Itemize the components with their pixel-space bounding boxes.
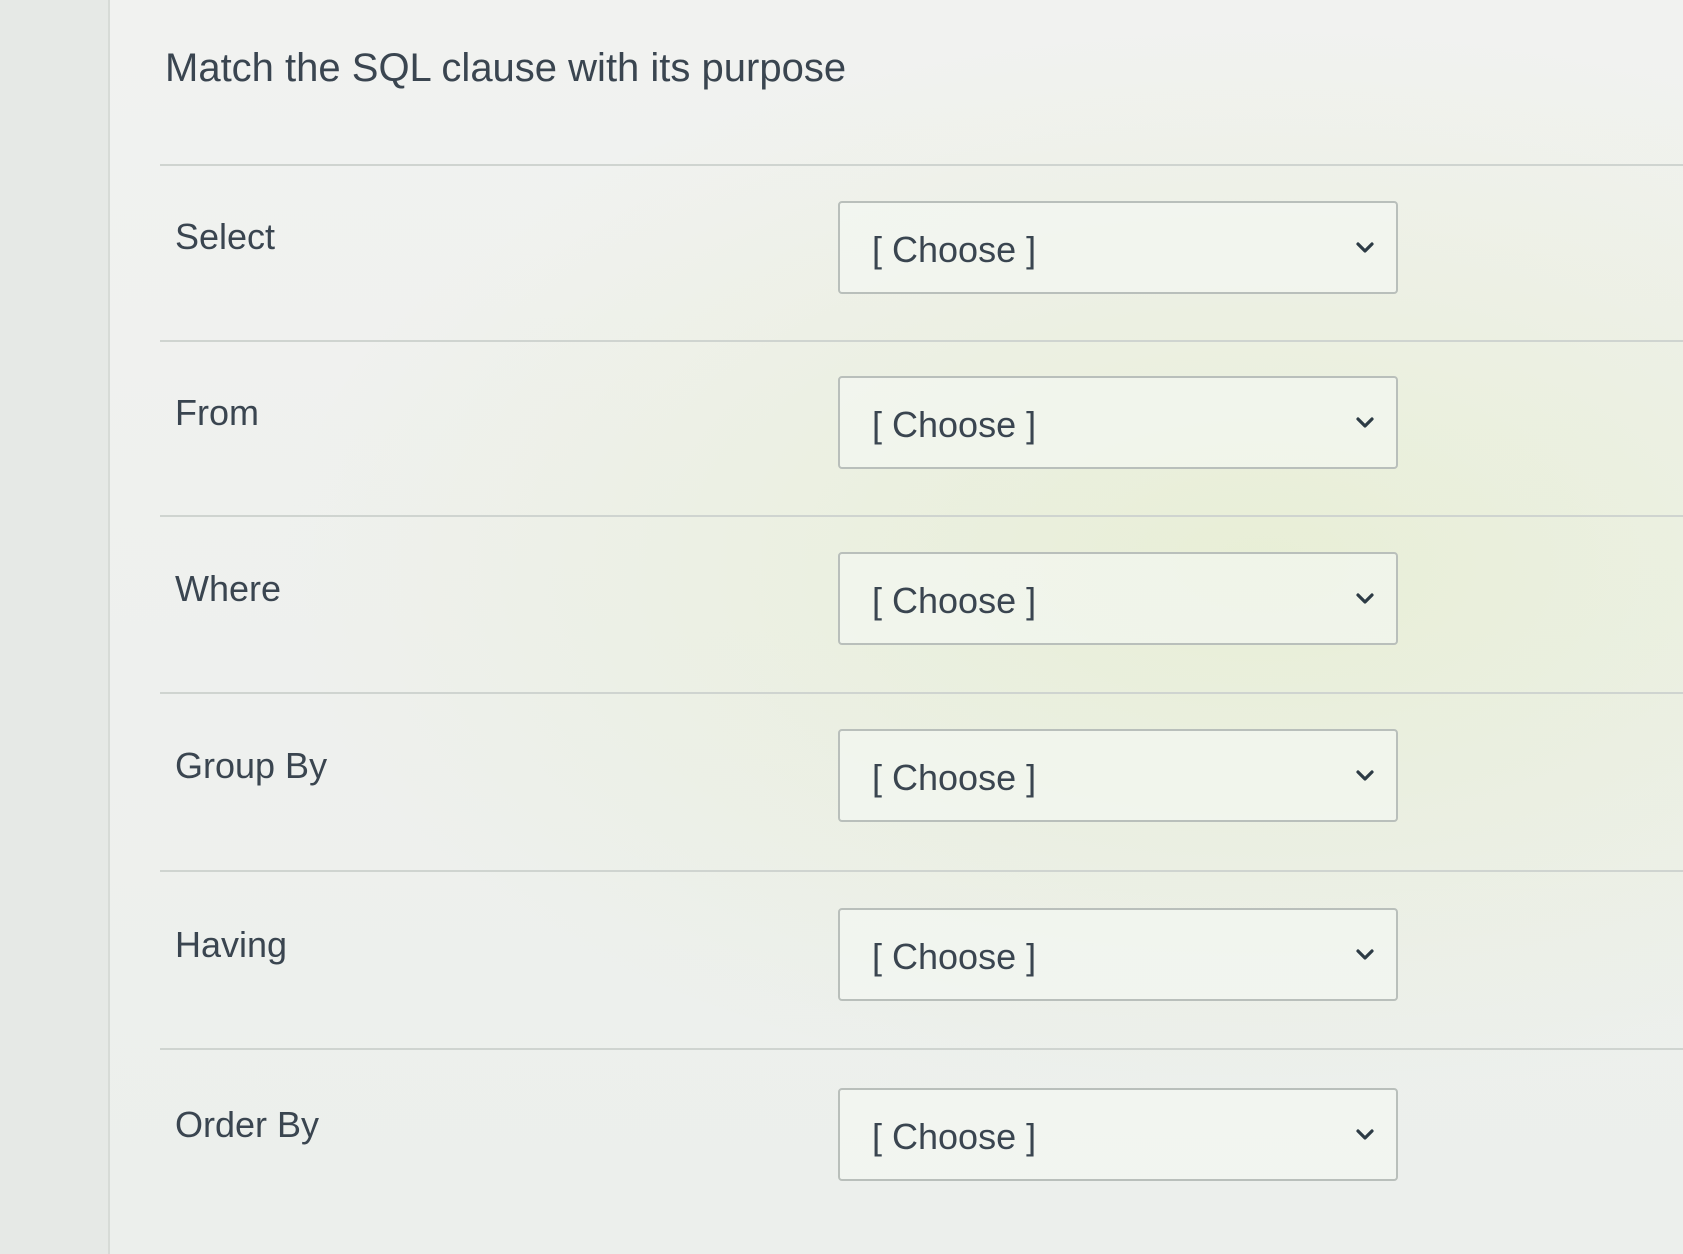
chevron-down-icon — [1356, 1129, 1374, 1140]
clause-label-order-by: Order By — [175, 1104, 320, 1145]
answer-dropdown-having[interactable]: [ Choose ] — [838, 908, 1398, 1001]
row-divider — [160, 340, 1683, 342]
row-divider — [160, 870, 1683, 872]
clause-label-where: Where — [175, 568, 282, 609]
quiz-question: Match the SQL clause with its purpose Se… — [110, 0, 1683, 1254]
dropdown-value: [ Choose ] — [872, 757, 1037, 798]
dropdown-value: [ Choose ] — [872, 404, 1037, 445]
answer-dropdown-select[interactable]: [ Choose ] — [838, 201, 1398, 294]
chevron-down-icon — [1356, 770, 1374, 781]
dropdown-value: [ Choose ] — [872, 580, 1037, 621]
row-divider — [160, 1048, 1683, 1050]
dropdown-value: [ Choose ] — [872, 229, 1037, 270]
dropdown-value: [ Choose ] — [872, 936, 1037, 977]
answer-dropdown-order-by[interactable]: [ Choose ] — [838, 1088, 1398, 1181]
answer-dropdown-from[interactable]: [ Choose ] — [838, 376, 1398, 469]
clause-label-from: From — [175, 392, 259, 433]
chevron-down-icon — [1356, 417, 1374, 428]
chevron-down-icon — [1356, 242, 1374, 253]
dropdown-value: [ Choose ] — [872, 1116, 1037, 1157]
left-rail — [0, 0, 110, 1254]
clause-label-select: Select — [175, 216, 276, 257]
answer-dropdown-where[interactable]: [ Choose ] — [838, 552, 1398, 645]
chevron-down-icon — [1356, 593, 1374, 604]
page-background: Match the SQL clause with its purpose Se… — [0, 0, 1683, 1254]
row-divider — [160, 164, 1683, 166]
question-title: Match the SQL clause with its purpose — [165, 46, 847, 90]
row-divider — [160, 515, 1683, 517]
clause-label-group-by: Group By — [175, 745, 328, 786]
clause-label-having: Having — [175, 924, 288, 965]
answer-dropdown-group-by[interactable]: [ Choose ] — [838, 729, 1398, 822]
row-divider — [160, 692, 1683, 694]
chevron-down-icon — [1356, 949, 1374, 960]
